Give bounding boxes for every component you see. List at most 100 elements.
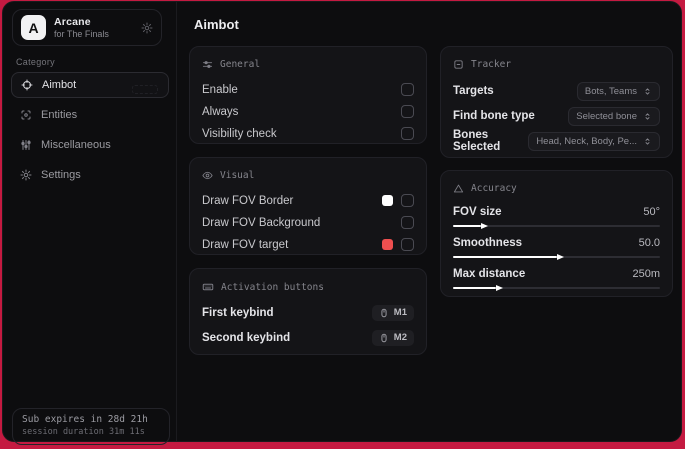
subscription-status-card: Sub expires in 28d 21h session duration … (12, 408, 170, 445)
setting-row-fov-border: Draw FOV Border (202, 190, 414, 211)
setting-label: FOV size (453, 205, 502, 218)
page-title: Aimbot (194, 17, 239, 32)
setting-label: Always (202, 105, 239, 118)
fov-background-checkbox[interactable] (401, 216, 414, 229)
sidebar-nav: Aimbot Entities Miscellaneous Settings (11, 72, 169, 192)
max-distance-slider[interactable] (453, 284, 660, 292)
setting-label: Bones Selected (453, 129, 501, 153)
sidebar-item-label: Miscellaneous (41, 139, 111, 151)
keybind-value: M2 (393, 332, 407, 343)
setting-label: First keybind (202, 306, 274, 319)
slider-fill (453, 253, 564, 260)
panel-tracker: Tracker Targets Bots, Teams Find bone ty… (440, 46, 673, 158)
triangle-icon (453, 183, 464, 194)
sidebar-item-miscellaneous[interactable]: Miscellaneous (11, 132, 169, 158)
smoothness-slider[interactable] (453, 253, 660, 261)
sidebar-item-label: Entities (41, 109, 78, 121)
setting-label: Visibility check (202, 127, 277, 140)
square-minus-icon (453, 59, 464, 70)
panel-title: Visual (220, 170, 255, 181)
setting-row-bones-selected: Bones Selected Head, Neck, Body, Pe... (453, 129, 660, 153)
setting-row-second-keybind: Second keybind M2 (202, 327, 414, 348)
sliders-horizontal-icon (202, 59, 213, 70)
bones-selected-dropdown[interactable]: Head, Neck, Body, Pe... (528, 131, 660, 151)
mouse-icon (379, 333, 389, 343)
app-name: Arcane (54, 16, 91, 28)
setting-label: Enable (202, 83, 238, 96)
setting-row-fov-background: Draw FOV Background (202, 212, 414, 233)
settings-gear-icon (20, 169, 32, 181)
always-checkbox[interactable] (401, 105, 414, 118)
sidebar: A Arcane for The Finals Category Aimbot … (3, 2, 177, 445)
setting-row-enable: Enable (202, 79, 414, 100)
setting-label: Smoothness (453, 236, 523, 249)
gear-icon[interactable] (141, 22, 153, 34)
setting-label: Max distance (453, 267, 526, 280)
slider-thumb[interactable] (496, 284, 504, 291)
mouse-icon (379, 308, 389, 318)
chevrons-up-down-icon (643, 87, 652, 96)
sidebar-item-aimbot[interactable]: Aimbot (11, 72, 169, 98)
first-keybind-badge[interactable]: M1 (371, 304, 414, 321)
fov-border-color-swatch[interactable] (382, 195, 393, 206)
chevrons-up-down-icon (643, 137, 652, 146)
slider-thumb[interactable] (556, 253, 564, 260)
setting-row-first-keybind: First keybind M1 (202, 302, 414, 323)
setting-label: Second keybind (202, 331, 291, 344)
setting-row-max-distance: Max distance 250m (453, 265, 660, 292)
app-subtitle: for The Finals (54, 29, 109, 39)
sidebar-item-label: Aimbot (42, 79, 77, 91)
second-keybind-badge[interactable]: M2 (371, 329, 414, 346)
dropdown-value: Bots, Teams (584, 85, 637, 97)
fov-border-checkbox[interactable] (401, 194, 414, 207)
dropdown-value: Selected bone (576, 110, 637, 122)
slider-value: 250m (632, 267, 660, 280)
sidebar-item-settings[interactable]: Settings (11, 162, 169, 188)
visibility-check-checkbox[interactable] (401, 127, 414, 140)
keybind-value: M1 (393, 307, 407, 318)
setting-label: Draw FOV Background (202, 216, 321, 229)
sliders-vertical-icon (20, 139, 32, 151)
find-bone-type-dropdown[interactable]: Selected bone (568, 106, 660, 126)
setting-row-find-bone-type: Find bone type Selected bone (453, 104, 660, 128)
panel-accuracy: Accuracy FOV size 50° Smoothness 50.0 Ma… (440, 170, 673, 297)
setting-row-fov-size: FOV size 50° (453, 203, 660, 230)
fov-target-color-swatch[interactable] (382, 239, 393, 250)
setting-row-smoothness: Smoothness 50.0 (453, 234, 660, 261)
panel-title: Accuracy (471, 183, 517, 194)
sidebar-item-entities[interactable]: Entities (11, 102, 169, 128)
slider-fill (453, 284, 504, 291)
chevrons-up-down-icon (643, 112, 652, 121)
panel-title: Tracker (471, 59, 512, 70)
dropdown-value: Head, Neck, Body, Pe... (536, 135, 637, 147)
enable-checkbox[interactable] (401, 83, 414, 96)
setting-row-fov-target: Draw FOV target (202, 234, 414, 255)
panel-general: General Enable Always Visibility check (189, 46, 427, 144)
setting-label: Draw FOV target (202, 238, 289, 251)
setting-label: Draw FOV Border (202, 194, 294, 207)
crosshair-icon (21, 79, 33, 91)
main-content: Aimbot General Enable Always Visibility … (178, 2, 681, 441)
panel-title: General (220, 59, 261, 70)
setting-label: Targets (453, 85, 494, 97)
slider-value: 50° (643, 205, 660, 218)
setting-row-targets: Targets Bots, Teams (453, 79, 660, 103)
session-duration-text: session duration 31m 11s (22, 427, 145, 437)
panel-title: Activation buttons (221, 281, 324, 293)
category-label: Category (16, 57, 55, 67)
setting-label: Find bone type (453, 110, 535, 122)
scan-frame-icon (20, 109, 32, 121)
panel-activation-buttons: Activation buttons First keybind M1 Seco… (189, 268, 427, 355)
fov-size-slider[interactable] (453, 222, 660, 230)
app-window: A Arcane for The Finals Category Aimbot … (2, 1, 682, 445)
sub-expiry-text: Sub expires in 28d 21h (22, 414, 148, 425)
sidebar-item-label: Settings (41, 169, 81, 181)
keybind-hint-placeholder (132, 85, 158, 94)
panel-visual: Visual Draw FOV Border Draw FOV Backgrou… (189, 157, 427, 255)
slider-fill (453, 222, 488, 229)
app-logo: A (21, 15, 46, 40)
setting-row-visibility-check: Visibility check (202, 123, 414, 144)
slider-thumb[interactable] (480, 222, 488, 229)
targets-dropdown[interactable]: Bots, Teams (576, 81, 660, 101)
fov-target-checkbox[interactable] (401, 238, 414, 251)
